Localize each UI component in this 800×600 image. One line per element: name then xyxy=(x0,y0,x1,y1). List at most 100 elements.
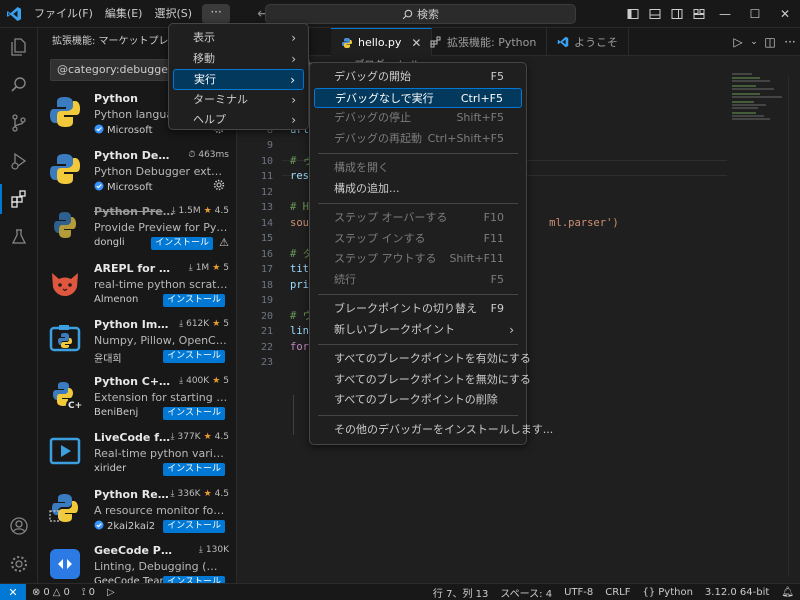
problems-indicator[interactable]: ⊗ 0 △ 0 xyxy=(26,587,76,598)
extension-item[interactable]: Python Image Preview ⤓612K★5 Numpy, Pillow… xyxy=(38,312,236,369)
install-button[interactable]: インストール xyxy=(163,350,225,363)
encoding[interactable]: UTF-8 xyxy=(558,587,599,598)
editor-scrollbar[interactable] xyxy=(788,76,800,576)
run-menu-item[interactable]: ブレークポイントの切り替え F9 xyxy=(314,299,522,320)
extension-stat-primary: 463ms xyxy=(198,149,229,160)
keyboard-shortcut: Shift+F5 xyxy=(456,111,504,124)
extension-publisher[interactable]: Microsoft xyxy=(94,181,153,194)
split-editor-icon[interactable]: ◫ xyxy=(760,35,780,49)
run-debug-icon[interactable] xyxy=(0,142,38,180)
menu-item-2[interactable]: 実行 › xyxy=(173,69,304,90)
menu-item-3[interactable]: ターミナル › xyxy=(173,90,304,111)
run-menu-item[interactable]: デバッグの開始 F5 xyxy=(314,67,522,88)
extension-publisher[interactable]: Microsoft xyxy=(94,124,153,137)
run-menu-item-label: 構成を開く xyxy=(334,161,389,174)
rating-star-icon: ★ xyxy=(203,206,212,216)
menubar-item[interactable]: 編集(E) xyxy=(99,3,149,25)
run-python-file-icon[interactable]: ▷ xyxy=(728,35,748,49)
indentation[interactable]: スペース: 4 xyxy=(494,585,558,600)
notifications-bell-icon[interactable]: 🔔︎ xyxy=(775,587,800,598)
extension-logo-icon xyxy=(48,491,82,525)
extension-item[interactable]: Python Resource Monitor⤓336K★4.5 A resour… xyxy=(38,482,236,539)
python-interpreter[interactable]: 3.12.0 64-bit xyxy=(699,587,775,598)
toggle-secondary-sidebar-icon[interactable] xyxy=(666,0,688,28)
tab-extension-python[interactable]: 拡張機能: Python xyxy=(420,28,548,56)
more-menu-button[interactable]: ··· xyxy=(202,3,231,24)
svg-text:C++: C++ xyxy=(68,401,82,411)
run-menu-item[interactable]: すべてのブレークポイントを有効にする xyxy=(314,349,531,370)
language-mode[interactable]: {} Python xyxy=(637,587,699,598)
run-dropdown-chevron-icon[interactable]: ⌄ xyxy=(748,37,760,47)
install-button[interactable]: インストール xyxy=(163,463,225,476)
more-actions-icon[interactable]: ··· xyxy=(780,35,800,49)
explorer-icon[interactable] xyxy=(0,28,38,66)
extension-publisher[interactable]: Almenon xyxy=(94,294,138,305)
extension-publisher[interactable]: dongli xyxy=(94,237,125,248)
extension-item[interactable]: LiveCode for python⤓377K★4.5 Real-time py… xyxy=(38,425,236,482)
testing-icon[interactable] xyxy=(0,218,38,256)
extension-name: AREPL for python xyxy=(94,261,174,275)
publisher-name: Almenon xyxy=(94,293,139,305)
run-menu-item-label: 続行 xyxy=(334,272,356,286)
tab-welcome[interactable]: ようこそ xyxy=(547,28,629,56)
ports-icon: ⟟ xyxy=(81,586,86,598)
menu-item-0[interactable]: 表示 › xyxy=(173,28,304,49)
cursor-position[interactable]: 行 7、列 13 xyxy=(427,585,494,600)
menu-item-1[interactable]: 移動 › xyxy=(173,49,304,70)
install-button[interactable]: インストール xyxy=(163,293,225,307)
command-center-search[interactable]: 検索 xyxy=(265,4,576,24)
maximize-window-icon[interactable]: ☐ xyxy=(740,0,770,28)
minimap[interactable] xyxy=(730,70,790,150)
ports-indicator[interactable]: ⟟ 0 xyxy=(76,587,101,598)
run-menu-item-label: ステップ インする xyxy=(334,231,426,245)
run-menu-item[interactable]: デバッグなしで実行 Ctrl+F5 xyxy=(314,87,522,108)
menu-item-4[interactable]: ヘルプ › xyxy=(173,110,304,131)
install-button[interactable]: インストール xyxy=(163,576,225,583)
code-text: res xyxy=(290,170,309,182)
keyboard-shortcut: Ctrl+F5 xyxy=(460,91,503,105)
toggle-panel-icon[interactable] xyxy=(644,0,666,28)
run-menu-item-label: すべてのブレークポイントを無効にする xyxy=(334,372,531,386)
account-icon[interactable] xyxy=(0,507,38,545)
run-menu-item[interactable]: 新しいブレークポイント › xyxy=(314,320,522,341)
extension-settings-gear-icon[interactable] xyxy=(213,179,225,194)
extension-publisher[interactable]: BeniBenj xyxy=(94,407,138,418)
debug-launch-icon[interactable]: ▷ xyxy=(101,587,121,598)
chevron-right-icon: › xyxy=(291,92,296,107)
line-ending[interactable]: CRLF xyxy=(599,587,636,598)
extension-item[interactable]: Python Debugger ⏱463ms Python Debugger ext… xyxy=(38,143,236,200)
extension-description: Linting, Debugging (multi-threaded) xyxy=(94,560,228,573)
toggle-sidebar-icon[interactable] xyxy=(622,0,644,28)
extension-publisher[interactable]: 윤대희 xyxy=(94,350,122,365)
extension-publisher[interactable]: GeeCode Team xyxy=(94,576,169,583)
extension-item[interactable]: GeeCode Python ⤓130K Linting, Debugging (m… xyxy=(38,538,236,583)
customize-layout-icon[interactable] xyxy=(688,0,710,28)
install-button[interactable]: インストール xyxy=(163,519,225,533)
close-window-icon[interactable]: ✕ xyxy=(770,0,800,28)
extension-item[interactable]: C++ Python C++ Debugger ⤓400K★5 Extension f… xyxy=(38,369,236,426)
extensions-icon[interactable] xyxy=(0,180,38,218)
run-menu-item[interactable]: 構成の追加... xyxy=(314,179,522,200)
search-icon[interactable] xyxy=(0,66,38,104)
rating-star-icon: ★ xyxy=(203,432,212,442)
menubar-item[interactable]: ファイル(F) xyxy=(28,3,99,25)
run-menu-item[interactable]: その他のデバッガーをインストールします... xyxy=(314,420,553,441)
run-menu-item-label: ステップ アウトする xyxy=(334,252,437,265)
tab-hello-py[interactable]: hello.py ✕ xyxy=(331,28,433,56)
extension-item[interactable]: AREPL for python ⤓1M★5 real-time python sc… xyxy=(38,256,236,313)
menubar-item[interactable]: 選択(S) xyxy=(148,3,198,25)
source-control-icon[interactable] xyxy=(0,104,38,142)
line-number: 10 xyxy=(260,155,273,167)
install-button[interactable]: インストール xyxy=(151,237,213,250)
manage-gear-icon[interactable] xyxy=(0,545,38,583)
extension-publisher[interactable]: xirider xyxy=(94,463,126,474)
chevron-right-icon: › xyxy=(290,73,295,87)
extension-item[interactable]: Python Preview⤓1.5M★4.5 Provide Preview f… xyxy=(38,199,236,256)
minimize-window-icon[interactable]: — xyxy=(710,0,740,28)
run-menu-item[interactable]: すべてのブレークポイントを無効にする xyxy=(314,370,531,391)
install-button[interactable]: インストール xyxy=(163,406,225,420)
extension-publisher[interactable]: 2kai2kai2 xyxy=(94,520,155,533)
warning-icon[interactable]: ⚠ xyxy=(219,236,229,249)
run-menu-item[interactable]: すべてのブレークポイントの削除 xyxy=(314,390,522,411)
remote-indicator-icon[interactable]: ✕ xyxy=(0,583,26,600)
